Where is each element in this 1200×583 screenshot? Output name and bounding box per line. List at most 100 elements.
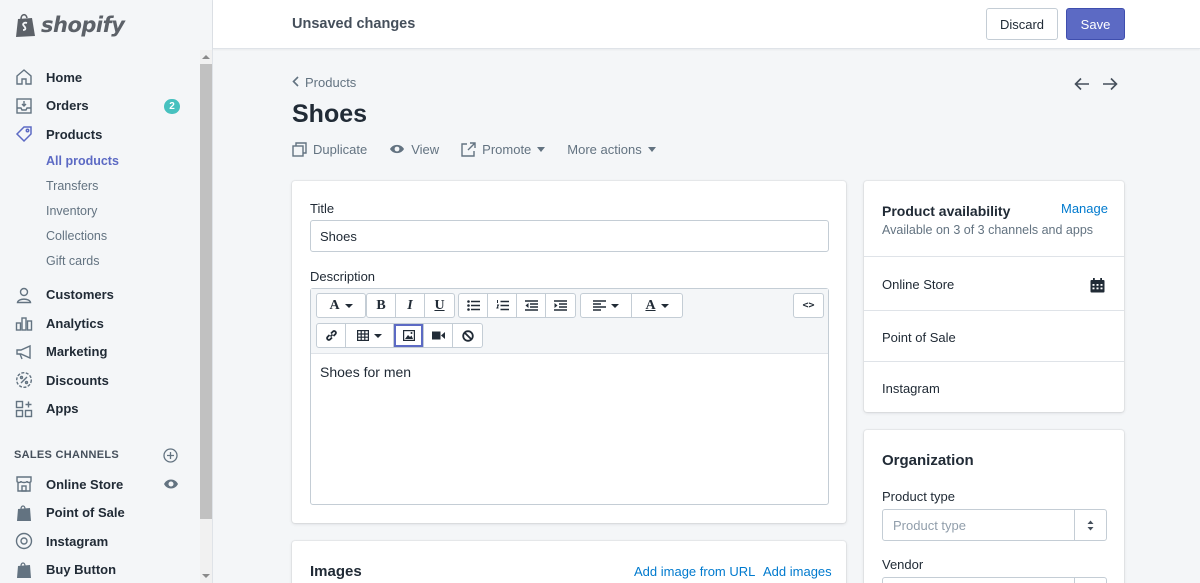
home-icon	[14, 67, 34, 87]
outdent-button[interactable]	[517, 294, 546, 317]
add-images-link[interactable]: Add images	[763, 564, 832, 579]
select-spinner-icon[interactable]	[1074, 578, 1106, 583]
calendar-icon[interactable]	[1090, 278, 1105, 293]
images-card: Images Add image from URL Add images	[292, 541, 846, 583]
scrollbar-thumb[interactable]	[200, 64, 212, 519]
channel-name: Instagram	[882, 381, 940, 396]
sidebar-item-marketing[interactable]: Marketing	[0, 338, 200, 367]
bulleted-list-icon	[466, 300, 480, 311]
text-format-group: B I U	[366, 293, 455, 318]
sidebar-item-orders[interactable]: Orders 2	[0, 92, 200, 121]
clear-formatting-icon	[461, 329, 474, 342]
sidebar-item-products[interactable]: Products	[0, 120, 200, 149]
availability-row-online-store: Online Store	[864, 256, 1124, 310]
store-icon	[14, 474, 34, 494]
sidebar-subitem-transfers[interactable]: Transfers	[0, 174, 200, 199]
duplicate-button[interactable]: Duplicate	[292, 142, 367, 157]
clear-formatting-button[interactable]	[453, 324, 482, 347]
duplicate-label: Duplicate	[313, 141, 368, 157]
insert-video-button[interactable]	[424, 324, 453, 347]
manage-link[interactable]: Manage	[1061, 201, 1108, 216]
insert-link-button[interactable]	[317, 324, 346, 347]
numbered-list-button[interactable]	[488, 294, 517, 317]
insert-image-button[interactable]	[394, 324, 424, 347]
sidebar-item-customers[interactable]: Customers	[0, 281, 200, 310]
availability-summary: Available on 3 of 3 channels and apps	[882, 223, 1094, 237]
vendor-label: Vendor	[882, 557, 924, 572]
scroll-down-arrow[interactable]	[202, 574, 210, 578]
caret-down-icon	[537, 146, 546, 152]
title-input[interactable]	[310, 220, 829, 252]
sidebar-scrollbar[interactable]	[200, 50, 212, 583]
availability-row-instagram: Instagram	[864, 361, 1124, 412]
sidebar-item-label: Home	[46, 69, 83, 85]
scroll-up-arrow[interactable]	[202, 55, 210, 59]
sidebar-item-label: Point of Sale	[46, 505, 125, 521]
table-icon	[357, 330, 369, 341]
promote-label: Promote	[482, 141, 532, 157]
save-button[interactable]: Save	[1066, 8, 1125, 40]
sidebar-item-label: Discounts	[46, 372, 109, 388]
description-content[interactable]: Shoes for men	[320, 364, 411, 380]
sidebar-item-label: Analytics	[46, 315, 104, 331]
sidebar-item-home[interactable]: Home	[0, 63, 200, 92]
add-image-from-url-link[interactable]: Add image from URL	[634, 564, 755, 579]
channel-name: Online Store	[882, 277, 955, 292]
text-color-button[interactable]: A	[632, 294, 682, 317]
outdent-icon	[524, 300, 538, 311]
product-pagination	[1073, 75, 1119, 93]
sidebar-item-label: Customers	[46, 287, 114, 303]
sidebar-item-label: Buy Button	[46, 562, 117, 578]
breadcrumb[interactable]: Products	[292, 75, 356, 90]
insert-table-button[interactable]	[346, 324, 394, 347]
bulleted-list-button[interactable]	[459, 294, 488, 317]
arrow-left-icon[interactable]	[1073, 75, 1091, 93]
rich-text-editor: A B I U A <> Shoes for men	[310, 288, 829, 505]
sidebar-item-discounts[interactable]: Discounts	[0, 366, 200, 395]
text-color-icon: A	[645, 297, 656, 313]
promote-button[interactable]: Promote	[461, 141, 546, 157]
align-button[interactable]	[581, 294, 632, 317]
sidebar-subitem-collections[interactable]: Collections	[0, 224, 200, 249]
underline-button[interactable]: U	[425, 294, 454, 317]
italic-button[interactable]: I	[396, 294, 425, 317]
product-type-label: Product type	[882, 489, 955, 504]
contextual-save-bar: Unsaved changes Discard Save	[213, 0, 1200, 49]
select-spinner-icon[interactable]	[1074, 510, 1106, 540]
discard-button[interactable]: Discard	[986, 8, 1058, 40]
person-icon	[14, 285, 34, 305]
sidebar-channel-online-store[interactable]: Online Store	[0, 470, 200, 499]
product-type-select[interactable]: Product type	[882, 509, 1107, 541]
sidebar-subitem-all-products[interactable]: All products	[0, 149, 200, 174]
unsaved-changes-message: Unsaved changes	[292, 16, 416, 32]
orders-icon	[14, 96, 34, 116]
sidebar-channel-buy-button[interactable]: Buy Button	[0, 556, 200, 583]
sidebar-item-label: Online Store	[46, 476, 124, 492]
vendor-select[interactable]	[882, 577, 1107, 583]
availability-heading: Product availability	[882, 203, 1011, 219]
indent-button[interactable]	[546, 294, 575, 317]
sidebar-item-analytics[interactable]: Analytics	[0, 309, 200, 338]
sidebar-item-label: Apps	[46, 401, 79, 417]
more-actions-button[interactable]: More actions	[567, 142, 656, 157]
editor-toolbar: A B I U A <>	[311, 289, 828, 354]
images-heading: Images	[310, 563, 362, 580]
arrow-right-icon[interactable]	[1101, 75, 1119, 93]
sidebar-subitem-inventory[interactable]: Inventory	[0, 199, 200, 224]
breadcrumb-label: Products	[305, 75, 357, 90]
bold-button[interactable]: B	[367, 294, 396, 317]
description-label: Description	[310, 269, 376, 284]
sidebar-channel-point-of-sale[interactable]: Point of Sale	[0, 499, 200, 528]
show-html-button[interactable]: <>	[794, 294, 823, 317]
page-actions: Duplicate View Promote More actions	[292, 140, 678, 158]
eye-icon[interactable]	[163, 477, 179, 494]
sidebar-channel-instagram[interactable]: Instagram	[0, 527, 200, 556]
sales-channels-heading: SALES CHANNELS	[14, 449, 120, 461]
add-channel-icon[interactable]	[163, 448, 178, 463]
sidebar-subitem-gift-cards[interactable]: Gift cards	[0, 249, 200, 274]
shopify-logo[interactable]: shopify	[14, 10, 125, 40]
product-availability-card: Product availability Manage Available on…	[864, 181, 1124, 412]
font-style-button[interactable]: A	[317, 294, 365, 317]
view-button[interactable]: View	[389, 142, 439, 157]
sidebar-item-apps[interactable]: Apps	[0, 395, 200, 424]
